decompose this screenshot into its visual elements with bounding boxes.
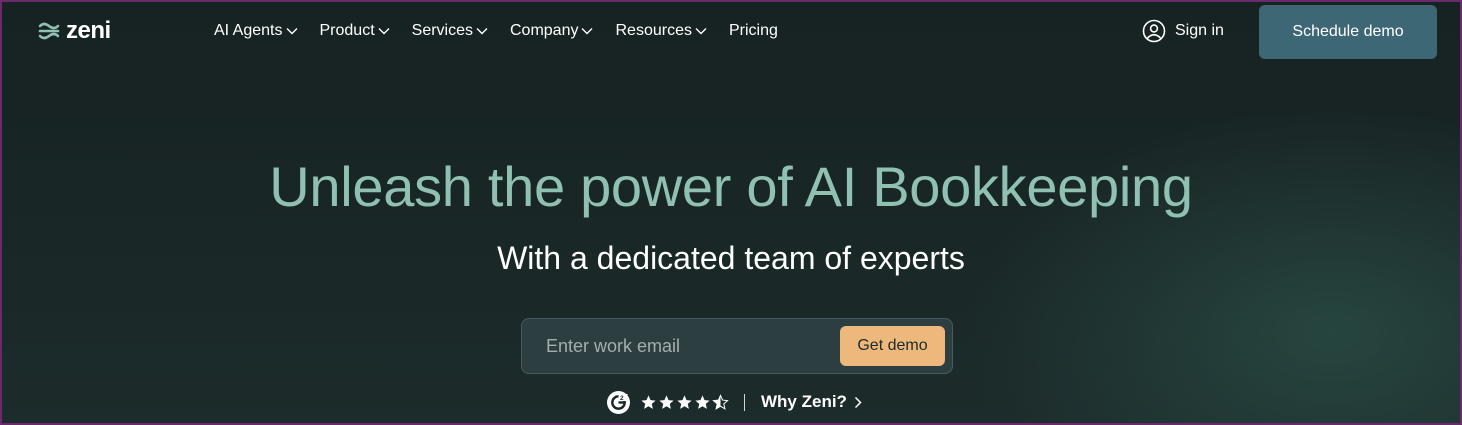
chevron-down-icon <box>476 28 488 35</box>
chevron-down-icon <box>581 28 593 35</box>
nav-item-label: Pricing <box>728 22 778 39</box>
user-circle-icon <box>1142 19 1166 43</box>
star-full-icon <box>641 394 656 409</box>
rating-divider <box>744 393 745 411</box>
brand-name: zeni <box>66 17 111 44</box>
nav-item-company[interactable]: Company <box>510 20 593 42</box>
chevron-down-icon <box>286 28 297 35</box>
schedule-demo-button[interactable]: Schedule demo <box>1259 5 1437 59</box>
nav-item-product[interactable]: Product <box>320 20 390 42</box>
sign-in-link[interactable]: Sign in <box>1142 19 1224 43</box>
chevron-down-icon <box>378 28 390 35</box>
chevron-right-icon <box>854 396 862 408</box>
hero-title: Unleash the power of AI Bookkeeping <box>269 155 1193 218</box>
zeni-logo-icon <box>38 22 60 40</box>
nav-item-label: Product <box>319 22 375 39</box>
sign-in-label: Sign in <box>1175 22 1224 39</box>
why-zeni-label: Why Zeni? <box>761 392 847 411</box>
zeni-logo[interactable]: zeni <box>38 19 111 43</box>
why-zeni-link[interactable]: Why Zeni? <box>761 392 862 412</box>
rating-row: 2 Why Zeni? <box>606 389 862 415</box>
nav-item-label: Resources <box>615 22 692 39</box>
top-navigation: zeni AI Agents Product Services Company … <box>2 2 1460 60</box>
nav-item-label: Company <box>510 22 579 39</box>
main-menu: AI Agents Product Services Company Resou… <box>214 20 800 42</box>
star-rating <box>640 393 730 411</box>
nav-item-ai-agents[interactable]: AI Agents <box>214 20 298 42</box>
hero-subtitle: With a dedicated team of experts <box>497 240 965 276</box>
nav-item-resources[interactable]: Resources <box>615 20 707 42</box>
nav-item-label: Services <box>411 22 473 39</box>
nav-item-label: AI Agents <box>214 22 283 39</box>
svg-text:2: 2 <box>620 395 624 402</box>
work-email-input[interactable] <box>546 333 836 359</box>
star-half-icon <box>712 393 729 410</box>
page-frame: zeni AI Agents Product Services Company … <box>0 0 1462 425</box>
nav-item-pricing[interactable]: Pricing <box>729 20 778 42</box>
chevron-down-icon <box>695 28 707 35</box>
get-demo-button[interactable]: Get demo <box>840 326 945 366</box>
nav-item-services[interactable]: Services <box>412 20 488 42</box>
star-full-icon <box>659 394 674 409</box>
star-full-icon <box>677 394 692 409</box>
email-signup-form: Get demo <box>521 318 953 374</box>
g2-logo-icon: 2 <box>607 390 630 414</box>
star-full-icon <box>695 394 710 409</box>
